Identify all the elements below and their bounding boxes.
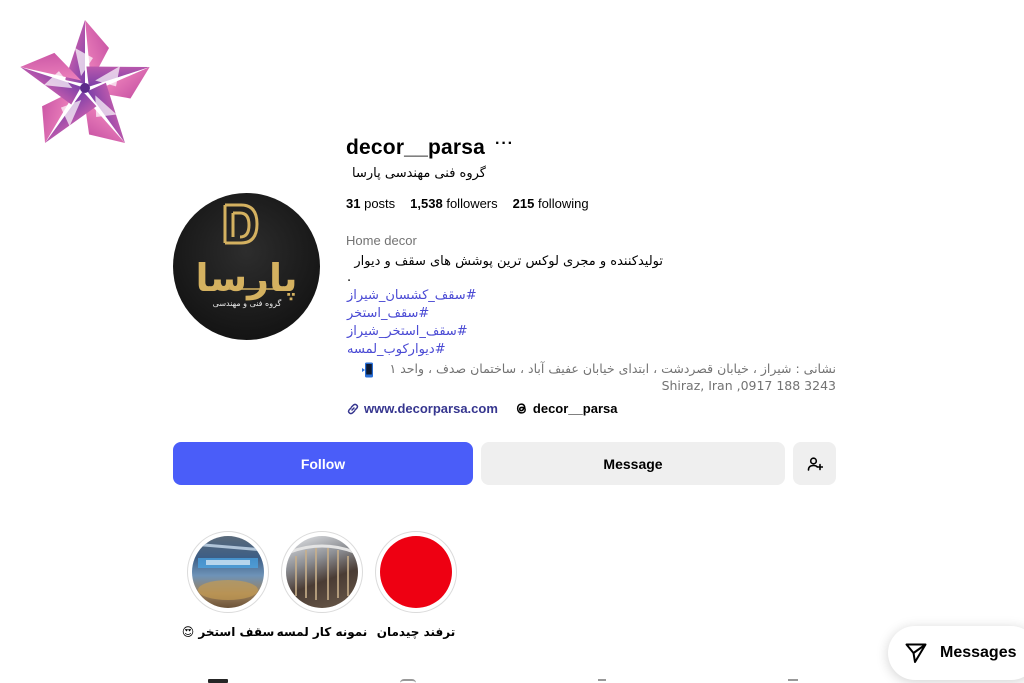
posts-count: 31 xyxy=(346,196,361,211)
full-name: گروه فنی مهندسی پارسا xyxy=(352,166,486,181)
username-row: decor__parsa ··· xyxy=(346,134,514,162)
avatar-sub-text: گروه فنی و مهندسی xyxy=(212,299,282,308)
suggested-accounts-button[interactable] xyxy=(793,442,836,485)
highlight-ring[interactable] xyxy=(187,531,269,613)
threads-icon xyxy=(516,403,526,414)
posts-label: posts xyxy=(364,196,396,211)
bio-main-text: تولیدکننده و مجری لوکس ترین پوشش های سقف… xyxy=(354,254,663,269)
hashtag-link[interactable]: #سقف_استخر xyxy=(347,306,429,321)
address-line-2: Shiraz, Iran ,0917 188 3243 xyxy=(661,378,836,393)
posts-tab-icon[interactable] xyxy=(208,679,228,683)
reels-tab-icon[interactable] xyxy=(400,679,416,683)
followers-label: followers xyxy=(446,196,498,211)
followers-count: 1,538 xyxy=(410,196,443,211)
highlight-ring[interactable] xyxy=(281,531,363,613)
posts-stat: 31 posts xyxy=(346,196,395,211)
website-link[interactable]: www.decorparsa.com xyxy=(346,401,498,416)
saved-tab-icon[interactable] xyxy=(598,679,606,683)
highlight-item[interactable]: سقف استخر 😍 xyxy=(182,531,274,639)
highlight-cover-ceiling xyxy=(286,536,358,608)
brand-logo xyxy=(12,16,158,156)
threads-link[interactable]: decor__parsa xyxy=(514,401,618,416)
highlight-label: سقف استخر 😍 xyxy=(181,625,275,639)
threads-handle: decor__parsa xyxy=(532,401,618,416)
hashtag-link[interactable]: #دیوارکوب_لمسه xyxy=(347,342,446,357)
avatar-brand-text: پارسا xyxy=(195,256,298,300)
highlight-item[interactable]: ترفند چیدمان xyxy=(374,531,458,639)
mobile-phone-emoji-icon xyxy=(362,362,373,378)
profile-category: Home decor xyxy=(346,233,417,248)
following-stat[interactable]: 215 following xyxy=(513,196,589,211)
highlight-label: نمونه کار لمسه xyxy=(276,625,368,639)
username: decor__parsa xyxy=(346,136,485,159)
follow-button[interactable]: Follow xyxy=(173,442,473,485)
highlight-ring[interactable] xyxy=(375,531,457,613)
followers-stat[interactable]: 1,538 followers xyxy=(410,196,497,211)
messages-label: Messages xyxy=(940,644,1017,661)
profile-links: www.decorparsa.com decor__parsa xyxy=(346,401,617,416)
highlight-cover-pool xyxy=(192,536,264,608)
hashtag-link[interactable]: #سقف_کشسان_شیراز xyxy=(347,288,477,303)
highlight-cover-red xyxy=(380,536,452,608)
link-icon xyxy=(347,403,359,414)
address-line-1: نشانی : شیراز ، خیابان قصردشت ، ابتدای خ… xyxy=(389,361,837,376)
profile-avatar[interactable]: پارسا گروه فنی و مهندسی xyxy=(173,193,320,340)
paper-plane-icon xyxy=(905,643,927,663)
story-highlights: سقف استخر 😍 نمونه کار لمسه ترفند چیدمان xyxy=(182,531,468,639)
bio-dot: . xyxy=(347,270,352,285)
add-user-icon xyxy=(807,456,823,471)
bio-address: نشانی : شیراز ، خیابان قصردشت ، ابتدای خ… xyxy=(362,361,836,393)
message-button[interactable]: Message xyxy=(481,442,785,485)
hashtag-link[interactable]: #سقف_استخر_شیراز xyxy=(347,324,468,339)
following-count: 215 xyxy=(512,196,535,211)
website-url: www.decorparsa.com xyxy=(364,401,498,416)
more-horizontal-icon[interactable]: ··· xyxy=(495,136,514,152)
highlight-label: ترفند چیدمان xyxy=(376,625,456,639)
highlight-item[interactable]: نمونه کار لمسه xyxy=(277,531,367,639)
messages-drawer-button[interactable]: Messages xyxy=(888,626,1024,680)
following-label: following xyxy=(537,196,589,211)
profile-stats: 31 posts 1,538 followers 215 following xyxy=(346,196,604,211)
tagged-tab-icon[interactable] xyxy=(788,679,798,683)
